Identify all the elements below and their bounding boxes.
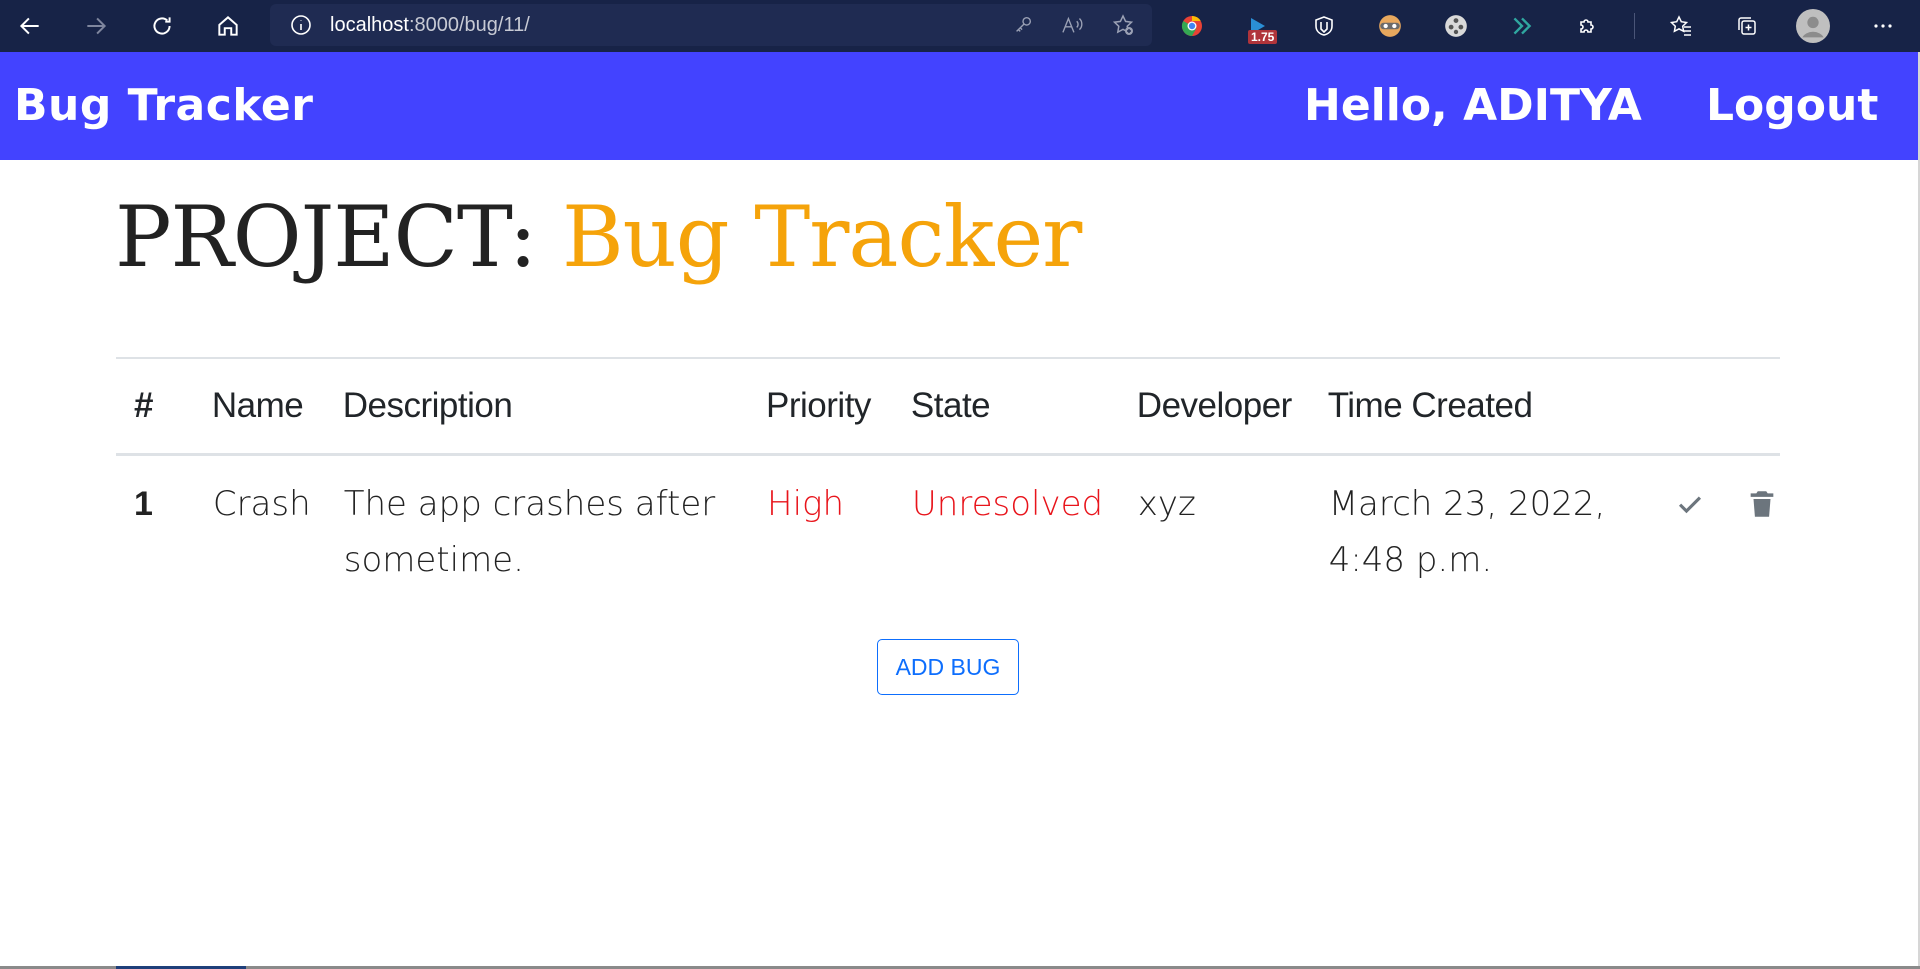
column-header-developer: Developer: [1136, 357, 1328, 456]
chevrons-icon[interactable]: [1502, 6, 1542, 46]
project-prefix: PROJECT:: [115, 188, 537, 286]
browser-toolbar: localhost:8000/bug/11/ 1.75: [0, 0, 1920, 52]
user-greeting: Hello, ADITYA: [1304, 80, 1642, 131]
column-header-delete: [1744, 357, 1780, 456]
column-header-name: Name: [211, 357, 343, 456]
bug-priority: High: [767, 484, 844, 524]
favorites-icon[interactable]: [1661, 6, 1701, 46]
read-aloud-icon[interactable]: [1058, 12, 1088, 38]
collections-icon[interactable]: [1727, 6, 1767, 46]
url-host: localhost: [330, 13, 409, 36]
bug-number: 1: [134, 485, 153, 523]
address-bar[interactable]: localhost:8000/bug/11/: [270, 4, 1152, 46]
shield-icon[interactable]: [1304, 6, 1344, 46]
bug-description: The app crashes after sometime.: [343, 484, 716, 580]
profile-icon[interactable]: [1793, 6, 1833, 46]
extension-icon[interactable]: [1172, 6, 1212, 46]
back-icon[interactable]: [12, 8, 48, 44]
column-header-description: Description: [342, 357, 767, 456]
url-text: localhost:8000/bug/11/: [330, 14, 530, 37]
bug-state: Unresolved: [911, 484, 1104, 524]
brand-link[interactable]: Bug Tracker: [14, 80, 313, 131]
delete-cell: [1744, 455, 1780, 590]
app-navbar: Bug Tracker Hello, ADITYA Logout: [0, 52, 1920, 160]
toolbar-divider: [1634, 13, 1635, 39]
puzzle-icon[interactable]: [1568, 6, 1608, 46]
column-header-state: State: [910, 357, 1137, 456]
forward-icon[interactable]: [78, 8, 114, 44]
project-name: Bug Tracker: [561, 188, 1082, 286]
extension-badge-icon[interactable]: 1.75: [1238, 6, 1278, 46]
url-path: :8000/bug/11/: [408, 13, 530, 36]
more-icon[interactable]: [1863, 6, 1903, 46]
trash-icon[interactable]: [1745, 482, 1779, 517]
favorite-add-icon[interactable]: [1108, 12, 1138, 38]
bug-table: # Name Description Priority State Develo…: [116, 357, 1780, 589]
info-icon[interactable]: [288, 12, 314, 38]
home-icon[interactable]: [210, 8, 246, 44]
bug-time-created: March 23, 2022, 4:48 p.m.: [1328, 484, 1606, 580]
page-title: PROJECT: Bug Tracker: [115, 188, 1082, 286]
table-header-row: # Name Description Priority State Develo…: [116, 357, 1780, 456]
resolve-cell: [1672, 455, 1744, 590]
key-icon[interactable]: [1008, 12, 1038, 38]
logout-link[interactable]: Logout: [1706, 80, 1878, 131]
reel-icon[interactable]: [1436, 6, 1476, 46]
add-bug-button[interactable]: ADD BUG: [877, 639, 1019, 695]
column-header-resolve: [1672, 357, 1744, 456]
bug-name: Crash: [212, 484, 311, 524]
column-header-time-created: Time Created: [1327, 357, 1673, 456]
extension-badge: 1.75: [1248, 30, 1278, 44]
bug-developer: xyz: [1137, 484, 1196, 524]
check-icon[interactable]: [1673, 482, 1707, 516]
column-header-number: #: [116, 357, 212, 456]
column-header-priority: Priority: [766, 357, 911, 456]
mask-icon[interactable]: [1370, 6, 1410, 46]
reload-icon[interactable]: [144, 8, 180, 44]
table-row: 1 Crash The app crashes after sometime. …: [116, 455, 1780, 590]
